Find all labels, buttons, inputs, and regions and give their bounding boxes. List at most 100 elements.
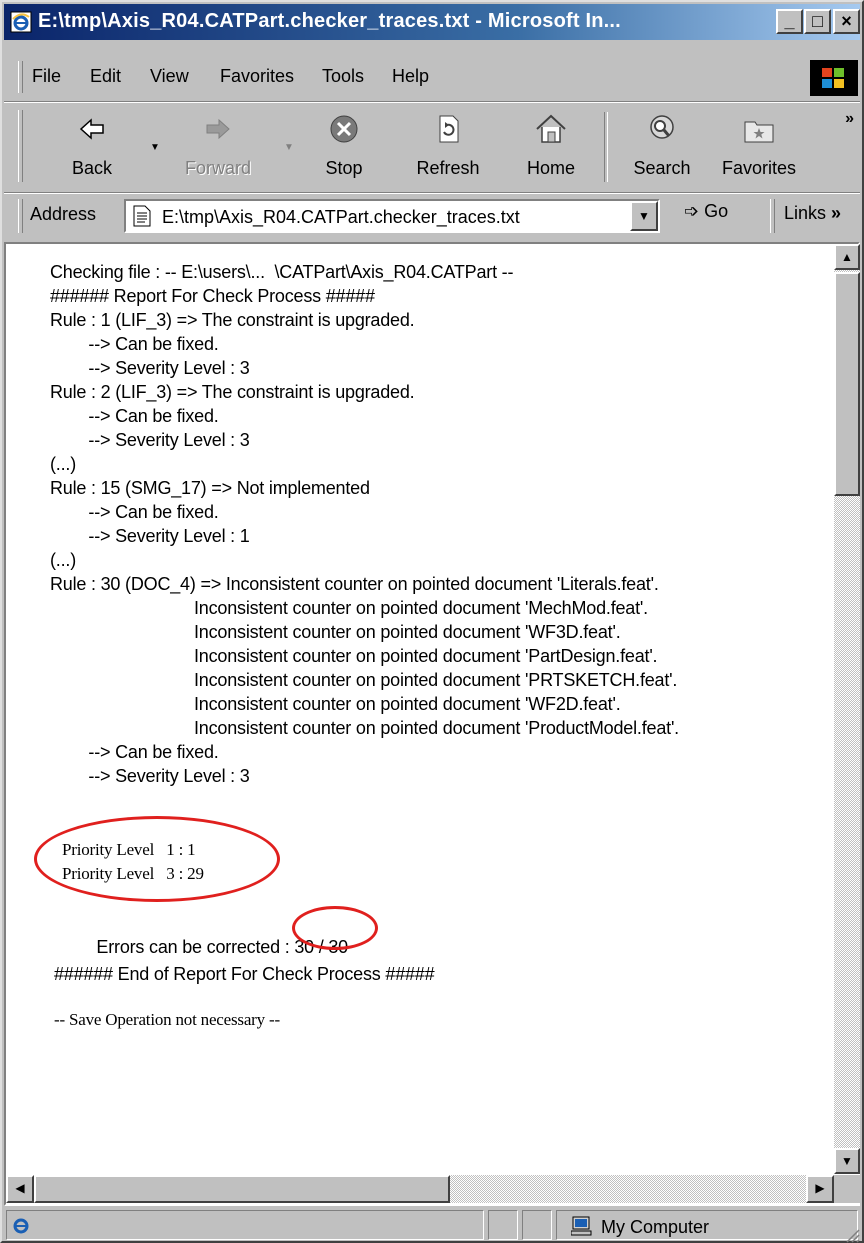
menu-edit[interactable]: Edit — [90, 66, 121, 87]
priority-highlight-ellipse — [34, 816, 280, 902]
report-line: Inconsistent counter on pointed document… — [194, 622, 621, 642]
report-end-line: ###### End of Report For Check Process #… — [54, 964, 435, 984]
minimize-button[interactable]: _ — [776, 9, 803, 34]
report-line: ###### Report For Check Process ##### — [50, 286, 375, 306]
scrollbar-corner — [834, 1175, 860, 1203]
errors-label: Errors can be corrected : — [96, 937, 295, 957]
stop-button[interactable]: Stop — [304, 102, 384, 190]
home-label: Home — [526, 158, 575, 178]
favorites-label: Favorites — [721, 158, 797, 178]
report-line: --> Severity Level : 3 — [50, 358, 250, 378]
errors-highlight-ellipse — [292, 906, 378, 950]
back-button[interactable]: Back — [52, 102, 132, 190]
report-line: --> Can be fixed. — [50, 334, 219, 354]
report-line: Inconsistent counter on pointed document… — [194, 670, 678, 690]
standard-toolbar: Back ▼ Forward ▼ Stop Refresh Home Searc… — [4, 101, 860, 192]
home-icon — [536, 114, 566, 143]
scroll-up-button[interactable]: ▲ — [834, 244, 860, 270]
home-button[interactable]: Home — [506, 102, 596, 190]
links-separator — [770, 199, 775, 233]
back-dropdown-icon[interactable]: ▼ — [150, 142, 160, 153]
toolbar-more-icon[interactable]: » — [845, 110, 854, 128]
my-computer-icon — [571, 1216, 592, 1236]
report-line: --> Can be fixed. — [50, 406, 219, 426]
go-button[interactable]: ➩ Go — [684, 201, 728, 222]
menu-favorites[interactable]: Favorites — [220, 66, 294, 87]
scroll-left-button[interactable]: ◀ — [6, 1175, 34, 1203]
status-bar: My Computer — [4, 1208, 860, 1243]
report-line: Inconsistent counter on pointed document… — [194, 646, 658, 666]
toolbar-grip[interactable] — [18, 110, 23, 182]
back-arrow-icon — [79, 118, 104, 140]
menu-help[interactable]: Help — [392, 66, 429, 87]
internet-explorer-icon — [10, 11, 32, 33]
vertical-scrollbar[interactable]: ▲ ▼ — [834, 244, 860, 1174]
title-bar[interactable]: E:\tmp\Axis_R04.CATPart.checker_traces.t… — [4, 4, 860, 40]
status-panel — [488, 1210, 518, 1240]
toolbar-separator — [604, 112, 608, 182]
search-label: Search — [633, 158, 691, 178]
scroll-right-button[interactable]: ▶ — [806, 1175, 834, 1203]
report-line: Inconsistent counter on pointed document… — [194, 694, 621, 714]
address-grip[interactable] — [18, 199, 23, 233]
forward-dropdown-icon[interactable]: ▼ — [284, 142, 294, 153]
address-dropdown-button[interactable]: ▼ — [630, 201, 658, 231]
address-bar: Address E:\tmp\Axis_R04.CATPart.checker_… — [4, 192, 860, 239]
menu-view[interactable]: View — [150, 66, 189, 87]
scroll-down-button[interactable]: ▼ — [834, 1148, 860, 1174]
search-button[interactable]: Search — [618, 102, 706, 190]
links-button[interactable]: Links » — [784, 203, 841, 224]
horizontal-scrollbar[interactable]: ◀ ▶ — [6, 1175, 834, 1203]
menubar-grip[interactable] — [18, 61, 23, 93]
forward-button[interactable]: Forward — [168, 102, 268, 190]
status-zone-label: My Computer — [601, 1217, 710, 1237]
menu-tools[interactable]: Tools — [322, 66, 364, 87]
report-line: Rule : 15 (SMG_17) => Not implemented — [50, 478, 370, 498]
report-line: (...) — [50, 454, 76, 474]
close-button[interactable]: × — [833, 9, 860, 34]
stop-icon — [330, 115, 358, 143]
links-label: Links — [784, 203, 827, 223]
report-line: Rule : 2 (LIF_3) => The constraint is up… — [50, 382, 415, 402]
go-label: Go — [704, 201, 729, 221]
refresh-label: Refresh — [416, 158, 480, 178]
refresh-icon — [439, 115, 459, 143]
report-line: --> Severity Level : 3 — [50, 430, 250, 450]
report-line: --> Can be fixed. — [50, 742, 219, 762]
status-panel — [522, 1210, 552, 1240]
refresh-button[interactable]: Refresh — [400, 102, 496, 190]
go-arrow-icon: ➩ — [684, 201, 700, 221]
report-line: (...) — [50, 550, 76, 570]
text-document-icon — [133, 205, 151, 227]
status-zone-panel: My Computer — [556, 1210, 858, 1240]
horizontal-scroll-thumb[interactable] — [34, 1175, 450, 1203]
report-line: --> Severity Level : 3 — [50, 766, 250, 786]
menu-file[interactable]: File — [32, 66, 61, 87]
address-label: Address — [30, 204, 97, 224]
resize-grip-icon[interactable] — [844, 1227, 860, 1243]
ie-page-icon — [13, 1218, 29, 1234]
favorites-folder-icon — [744, 121, 774, 143]
address-value: E:\tmp\Axis_R04.CATPart.checker_traces.t… — [162, 207, 520, 227]
report-line: --> Can be fixed. — [50, 502, 219, 522]
back-label: Back — [71, 158, 113, 178]
page-viewport: Checking file : -- E:\users\... \CATPart… — [4, 242, 860, 1206]
report-line: Inconsistent counter on pointed document… — [194, 598, 648, 618]
save-operation-line: -- Save Operation not necessary -- — [54, 1010, 280, 1029]
vertical-scroll-thumb[interactable] — [834, 272, 860, 496]
window-title: E:\tmp\Axis_R04.CATPart.checker_traces.t… — [38, 10, 621, 32]
maximize-button[interactable]: □ — [804, 9, 831, 34]
forward-arrow-icon — [206, 118, 230, 140]
report-line: Inconsistent counter on pointed document… — [194, 718, 679, 738]
browser-window: E:\tmp\Axis_R04.CATPart.checker_traces.t… — [0, 0, 864, 1243]
report-line: --> Severity Level : 1 — [50, 526, 250, 546]
favorites-button[interactable]: Favorites — [710, 102, 808, 190]
menu-bar: File Edit View Favorites Tools Help — [4, 58, 860, 98]
windows-logo-icon — [822, 68, 844, 88]
address-input[interactable]: E:\tmp\Axis_R04.CATPart.checker_traces.t… — [124, 199, 660, 233]
links-chevron-icon: » — [831, 203, 842, 223]
activity-throbber — [810, 60, 858, 96]
report-line: Rule : 30 (DOC_4) => Inconsistent counte… — [50, 574, 659, 594]
status-main-panel — [6, 1210, 484, 1240]
report-line: Rule : 1 (LIF_3) => The constraint is up… — [50, 310, 415, 330]
